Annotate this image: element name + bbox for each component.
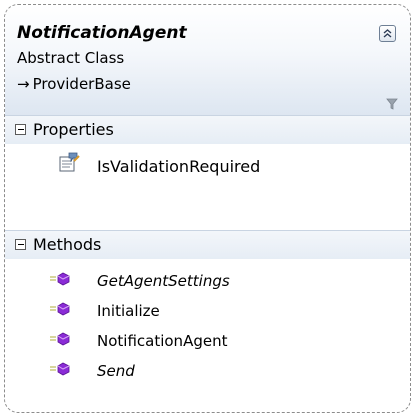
property-icon — [57, 152, 81, 178]
class-shape[interactable]: NotificationAgent Abstract Class → Provid… — [4, 4, 411, 413]
method-item[interactable]: GetAgentSettings — [5, 265, 410, 295]
properties-section-label: Properties — [33, 120, 114, 139]
chevron-up-double-icon — [383, 29, 392, 38]
class-header[interactable]: NotificationAgent Abstract Class → Provid… — [5, 5, 410, 115]
collapse-toggle-icon[interactable] — [15, 124, 26, 135]
method-name: Send — [97, 362, 135, 380]
base-class: → ProviderBase — [17, 75, 131, 93]
collapse-button[interactable] — [379, 25, 396, 42]
method-name: NotificationAgent — [97, 332, 228, 350]
method-item[interactable]: Initialize — [5, 295, 410, 325]
methods-section-header[interactable]: Methods — [5, 230, 410, 259]
method-icon — [49, 331, 71, 351]
method-icon — [49, 301, 71, 321]
class-name: NotificationAgent — [17, 23, 187, 43]
inheritance-arrow-icon: → — [17, 75, 30, 93]
method-name: Initialize — [97, 302, 160, 320]
method-icon — [49, 361, 71, 381]
properties-section-header[interactable]: Properties — [5, 115, 410, 144]
base-class-name: ProviderBase — [32, 75, 131, 93]
property-name: IsValidationRequired — [97, 157, 261, 176]
method-item[interactable]: Send — [5, 355, 410, 385]
collapse-toggle-icon[interactable] — [15, 239, 26, 250]
methods-section-label: Methods — [33, 235, 102, 254]
method-item[interactable]: NotificationAgent — [5, 325, 410, 355]
filter-icon[interactable] — [386, 95, 398, 114]
class-stereotype: Abstract Class — [17, 49, 125, 67]
method-icon — [49, 271, 71, 291]
property-item[interactable]: IsValidationRequired — [5, 148, 410, 178]
method-name: GetAgentSettings — [97, 272, 230, 290]
